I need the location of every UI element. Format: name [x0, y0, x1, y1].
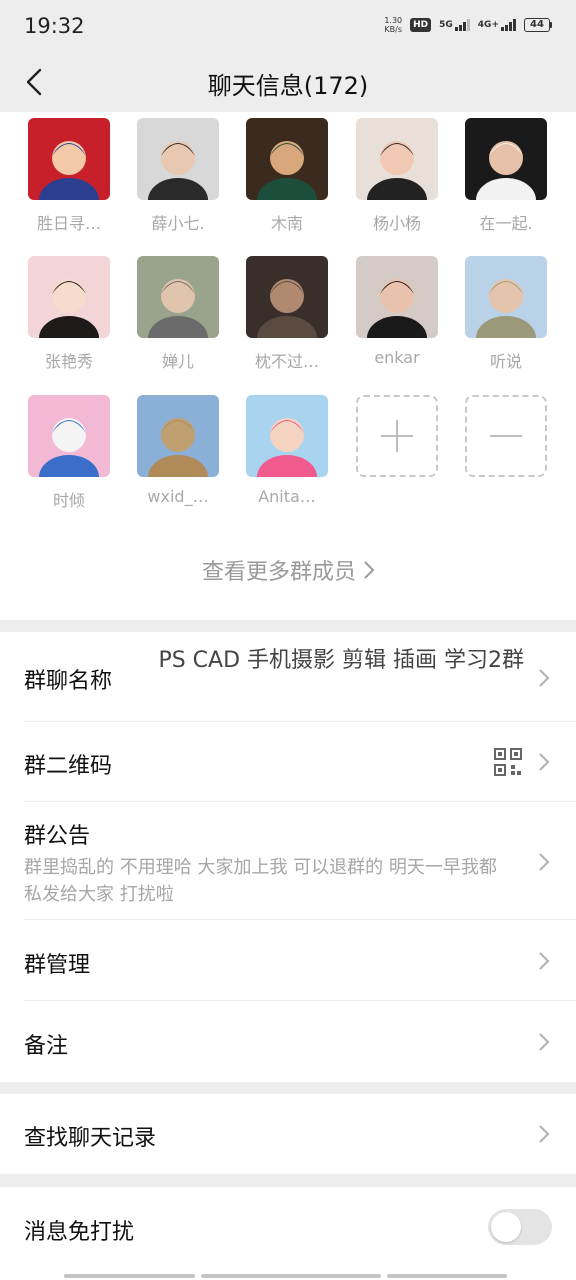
member-item[interactable]: 枕不过… — [237, 256, 337, 372]
mute-card: 消息免打扰 — [0, 1187, 576, 1280]
member-avatar — [137, 256, 219, 338]
member-avatar — [465, 256, 547, 338]
nav-bar: 聊天信息(172) — [0, 52, 576, 112]
home-indicator — [64, 1274, 507, 1278]
group-manage-row[interactable]: 群管理 — [0, 920, 576, 1001]
status-bar: 19:32 1.30 KB/s HD 5G 4G+ 44 — [0, 0, 576, 52]
member-item[interactable]: 婵儿 — [128, 256, 228, 372]
members-panel: 胜日寻… 薛小七. 木南 杨小杨 在一起. 张艳秀 婵儿 枕不过… enkar 听说时倾 wxid_… — [0, 112, 576, 620]
hd-voice-icon: HD — [410, 18, 432, 32]
member-name: enkar — [374, 348, 420, 367]
group-name-value: PS CAD 手机摄影 剪辑 插画 学习2群 — [158, 648, 524, 673]
group-name-row[interactable]: 群聊名称 PS CAD 手机摄影 剪辑 插画 学习2群 — [0, 632, 576, 722]
member-avatar — [246, 395, 328, 477]
member-avatar — [137, 395, 219, 477]
member-avatar — [246, 118, 328, 200]
signal-5g-icon: 5G — [439, 19, 470, 31]
network-speed: 1.30 KB/s — [384, 16, 403, 34]
group-qr-row[interactable]: 群二维码 — [0, 722, 576, 802]
mute-label: 消息免打扰 — [24, 1220, 135, 1245]
search-history-label: 查找聊天记录 — [24, 1126, 157, 1151]
group-manage-label: 群管理 — [24, 953, 91, 978]
member-avatar — [465, 118, 547, 200]
member-item[interactable]: 在一起. — [456, 118, 556, 234]
member-item[interactable]: Anita… — [237, 395, 337, 506]
chevron-right-icon — [539, 669, 550, 687]
member-avatar — [28, 256, 110, 338]
member-name: wxid_… — [147, 487, 209, 506]
signal-4g-icon: 4G+ — [478, 19, 516, 31]
mute-toggle[interactable] — [488, 1209, 552, 1245]
group-notice-text: 群里捣乱的 不用理哈 大家加上我 可以退群的 明天一早我都私发给大家 打扰啦 — [24, 857, 497, 905]
member-item[interactable]: 时倾 — [19, 395, 119, 511]
chevron-right-icon — [539, 753, 550, 771]
member-avatar — [137, 118, 219, 200]
member-item[interactable]: 木南 — [237, 118, 337, 234]
member-item[interactable]: 杨小杨 — [347, 118, 447, 234]
chevron-right-icon — [364, 561, 374, 579]
member-item[interactable]: 听说 — [456, 256, 556, 372]
plus-icon — [381, 420, 413, 452]
group-name-label: 群聊名称 — [24, 669, 113, 694]
member-name: 木南 — [270, 214, 303, 233]
group-qr-label: 群二维码 — [24, 754, 113, 779]
member-avatar — [356, 256, 438, 338]
status-time: 19:32 — [24, 14, 85, 38]
member-name: 张艳秀 — [44, 352, 93, 371]
view-more-members-link[interactable]: 查看更多群成员 — [0, 554, 576, 586]
status-icons: 1.30 KB/s HD 5G 4G+ 44 — [384, 16, 552, 34]
member-avatar — [246, 256, 328, 338]
add-member-button[interactable] — [347, 395, 447, 477]
member-item[interactable]: 张艳秀 — [19, 256, 119, 372]
remark-row[interactable]: 备注 — [0, 1001, 576, 1082]
member-name: 在一起. — [479, 214, 533, 233]
member-item[interactable]: wxid_… — [128, 395, 228, 506]
member-item[interactable]: 胜日寻… — [19, 118, 119, 234]
mute-row: 消息免打扰 — [0, 1187, 576, 1269]
chevron-right-icon — [539, 952, 550, 970]
page-title: 聊天信息(172) — [207, 72, 369, 100]
chevron-right-icon — [539, 853, 550, 871]
chevron-right-icon — [539, 1033, 550, 1051]
remark-label: 备注 — [24, 1034, 69, 1059]
member-name: 婵儿 — [161, 352, 194, 371]
toggle-knob — [491, 1212, 521, 1242]
member-avatar — [28, 118, 110, 200]
member-name: Anita… — [258, 487, 316, 506]
remove-member-button[interactable] — [456, 395, 556, 477]
member-name: 枕不过… — [254, 352, 319, 371]
member-avatar — [28, 395, 110, 477]
member-name: 薛小七. — [151, 214, 205, 233]
group-notice-row[interactable]: 群公告 群里捣乱的 不用理哈 大家加上我 可以退群的 明天一早我都私发给大家 打… — [0, 802, 576, 920]
member-name: 杨小杨 — [372, 214, 421, 233]
member-item[interactable]: enkar — [347, 256, 447, 367]
group-notice-label: 群公告 — [24, 824, 91, 849]
qr-code-icon — [494, 748, 522, 776]
search-history-card: 查找聊天记录 — [0, 1094, 576, 1174]
battery-icon: 44 — [524, 18, 552, 32]
minus-icon — [490, 435, 522, 437]
chevron-right-icon — [539, 1125, 550, 1143]
member-name: 听说 — [489, 352, 522, 371]
member-avatar — [356, 118, 438, 200]
group-settings-card: 群聊名称 PS CAD 手机摄影 剪辑 插画 学习2群 群二维码 群公告 群里捣… — [0, 632, 576, 1082]
member-name: 胜日寻… — [36, 214, 101, 233]
member-item[interactable]: 薛小七. — [128, 118, 228, 234]
search-history-row[interactable]: 查找聊天记录 — [0, 1094, 576, 1174]
member-name: 时倾 — [52, 491, 85, 510]
